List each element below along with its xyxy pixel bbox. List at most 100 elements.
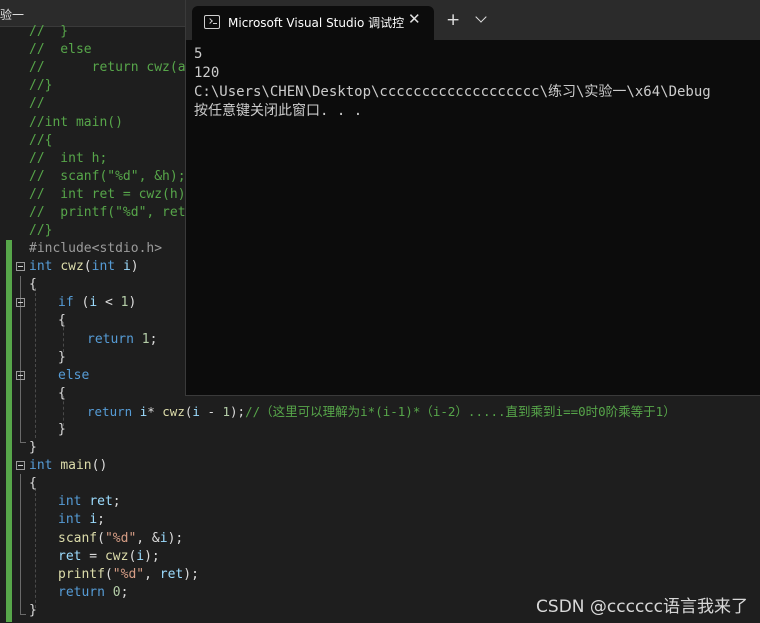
punctuation: ); [230, 404, 246, 419]
keyword: int [29, 259, 53, 274]
function-name: cwz [60, 259, 84, 274]
punctuation: ); [144, 549, 160, 564]
comment-text: // } [29, 24, 69, 39]
keyword: if [58, 295, 74, 310]
inline-comment: //（这里可以理解为i*(i-1)*（i-2）.....直到乘到i==0时0阶乘… [245, 404, 676, 419]
comment-text: // int ret = cwz(h); [29, 187, 194, 202]
string-literal: "%d" [112, 567, 145, 582]
operator: = [81, 549, 105, 564]
terminal-app-icon [204, 15, 220, 29]
fold-toggle-icon[interactable] [16, 298, 25, 307]
variable: ret [58, 549, 82, 564]
punctuation: ); [167, 531, 184, 546]
comment-text: // scanf("%d", &h); [29, 169, 186, 184]
fold-toggle-icon[interactable] [16, 371, 25, 380]
function-name: cwz [104, 549, 129, 564]
variable: i [89, 295, 98, 310]
close-icon[interactable]: ✕ [408, 10, 421, 28]
brace: } [58, 422, 66, 437]
fold-guide-else [20, 385, 21, 433]
comment-text: //} [29, 223, 53, 238]
variable: i [89, 512, 98, 527]
variable: i [136, 549, 145, 564]
punctuation: ; [112, 494, 121, 509]
punctuation: , & [136, 531, 160, 546]
fold-guide-end [20, 614, 26, 615]
fold-guide-end [20, 442, 26, 443]
punctuation: , [144, 567, 160, 582]
brace: } [29, 440, 37, 455]
punctuation: ( [83, 259, 92, 274]
punctuation: ; [97, 512, 105, 527]
variable: i [159, 531, 168, 546]
plus-icon[interactable]: + [446, 10, 460, 30]
punctuation: () [91, 458, 108, 473]
debug-console-window[interactable]: Microsoft Visual Studio 调试控 ✕ + 5 120 C:… [185, 0, 760, 396]
punctuation: ); [183, 567, 199, 582]
comment-text: //int main() [29, 115, 123, 130]
fold-guide-main [20, 474, 21, 614]
keyword: int [58, 512, 82, 527]
change-indicator-bar [6, 240, 12, 622]
keyword: return [58, 585, 105, 600]
function-name: cwz [162, 404, 185, 419]
punctuation: ; [149, 332, 158, 347]
number: 1 [141, 332, 150, 347]
function-name: printf [58, 567, 105, 582]
operator: - [199, 404, 223, 419]
terminal-output-line: C:\Users\CHEN\Desktop\cccccccccccccccccc… [194, 84, 711, 100]
keyword: return [87, 404, 133, 419]
punctuation: ( [97, 531, 105, 546]
comment-text: // else [29, 42, 92, 57]
comment-text: //} [29, 78, 53, 93]
variable: ret [159, 567, 184, 582]
string-literal: "%d" [104, 531, 137, 546]
keyword: return [87, 332, 134, 347]
keyword: int [91, 259, 116, 274]
watermark-text: CSDN @cccccc语言我来了 [536, 597, 748, 617]
fold-toggle-icon[interactable] [16, 461, 25, 470]
function-name: scanf [58, 531, 98, 546]
terminal-tab-title: Microsoft Visual Studio 调试控 [228, 16, 405, 30]
punctuation: ) [128, 295, 137, 310]
number: 1 [222, 404, 231, 419]
indent-guide [35, 288, 36, 438]
punctuation: ( [104, 567, 113, 582]
brace: { [58, 313, 66, 328]
operator: < [97, 295, 121, 310]
fold-toggle-icon[interactable] [16, 262, 25, 271]
operator: * [147, 404, 163, 419]
brace: } [58, 350, 66, 365]
brace: } [29, 603, 37, 618]
comment-text: // return cwz(a [29, 60, 186, 75]
comment-text: // [29, 96, 45, 111]
keyword: int [58, 494, 82, 509]
brace: { [58, 386, 66, 401]
fold-guide-if [20, 311, 21, 359]
keyword: int [29, 458, 53, 473]
terminal-tab[interactable]: Microsoft Visual Studio 调试控 ✕ [192, 6, 434, 40]
punctuation: ( [73, 295, 90, 310]
preprocessor-include: #include<stdio.h> [29, 241, 163, 256]
indent-guide [35, 488, 36, 608]
terminal-output-line: 按任意键关闭此窗口. . . [194, 103, 363, 119]
punctuation: ; [120, 585, 129, 600]
variable: i [192, 404, 200, 419]
comment-text: //{ [29, 133, 53, 148]
editor-tab-label[interactable]: 验一 [0, 6, 24, 23]
parameter: i [122, 259, 131, 274]
function-name: main [60, 458, 92, 473]
editor-tab-strip: 验一 [0, 0, 185, 27]
chevron-down-icon[interactable] [475, 11, 487, 23]
comment-text: // printf("%d", ret) [29, 205, 194, 220]
comment-text: // int h; [29, 151, 108, 166]
punctuation: ) [130, 259, 139, 274]
terminal-titlebar[interactable]: Microsoft Visual Studio 调试控 ✕ + [186, 0, 760, 40]
terminal-output-line: 5 [194, 46, 203, 62]
variable: ret [89, 494, 113, 509]
brace: { [29, 476, 37, 491]
